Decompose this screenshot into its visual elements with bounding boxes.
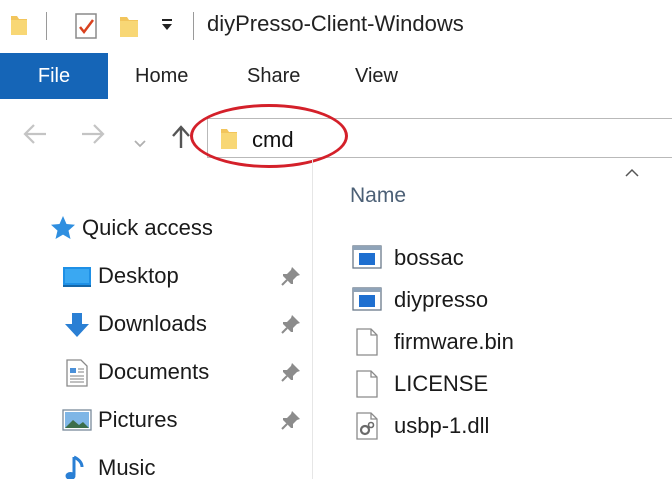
forward-arrow-icon[interactable] [80, 122, 106, 151]
sidebar-item-downloads[interactable]: Downloads [62, 304, 207, 344]
documents-icon [62, 359, 92, 387]
quick-access-item[interactable]: Quick access [50, 208, 213, 248]
tab-view[interactable]: View [355, 53, 398, 99]
pin-icon[interactable] [280, 409, 302, 431]
sidebar-item-documents[interactable]: Documents [62, 352, 209, 392]
customize-dropdown-icon[interactable] [160, 18, 174, 37]
pin-icon[interactable] [280, 265, 302, 287]
application-icon [352, 244, 382, 272]
quick-access-label: Quick access [82, 215, 213, 240]
column-header-name[interactable]: Name [350, 184, 406, 208]
toolbar-separator [193, 12, 194, 40]
tab-home[interactable]: Home [135, 53, 188, 99]
file-name: bossac [394, 245, 464, 270]
pane-divider[interactable] [312, 160, 313, 479]
pin-icon[interactable] [280, 361, 302, 383]
file-name: usbp-1.dll [394, 413, 490, 438]
dll-settings-file-icon [352, 412, 382, 440]
properties-checklist-icon[interactable] [74, 12, 98, 45]
desktop-icon [62, 263, 92, 289]
sidebar-item-music[interactable]: Music [62, 448, 155, 479]
file-row-usbp-1-dll[interactable]: usbp-1.dll [352, 406, 489, 446]
ribbon-tabs: File Home Share View [0, 53, 672, 99]
music-icon [62, 455, 92, 479]
file-name: LICENSE [394, 371, 489, 396]
sidebar-item-pictures[interactable]: Pictures [62, 400, 177, 440]
file-row-bossac[interactable]: bossac [352, 238, 464, 278]
file-row-firmware-bin[interactable]: firmware.bin [352, 322, 514, 362]
application-icon [352, 286, 382, 314]
sidebar-item-label: Documents [98, 359, 210, 384]
title-bar: diyPresso-Client-Windows [0, 0, 672, 52]
file-name: firmware.bin [394, 329, 514, 354]
star-icon [50, 215, 76, 241]
tab-file[interactable]: File [0, 53, 108, 99]
highlight-annotation-circle [190, 104, 348, 168]
window-title: diyPresso-Client-Windows [207, 11, 464, 36]
folder-icon[interactable] [10, 13, 28, 42]
sidebar-item-label: Desktop [98, 263, 179, 288]
up-arrow-icon[interactable] [171, 124, 191, 155]
recent-locations-chevron-icon[interactable] [133, 130, 147, 154]
file-icon [352, 370, 382, 398]
downloads-icon [62, 311, 92, 337]
sidebar-item-label: Music [98, 455, 156, 479]
tab-share[interactable]: Share [247, 53, 300, 99]
back-arrow-icon[interactable] [22, 122, 48, 151]
file-row-license[interactable]: LICENSE [352, 364, 488, 404]
new-folder-icon[interactable] [118, 13, 140, 44]
file-icon [352, 328, 382, 356]
pictures-icon [62, 407, 92, 433]
file-row-diypresso[interactable]: diypresso [352, 280, 488, 320]
sidebar-item-label: Downloads [98, 311, 207, 336]
file-name: diypresso [394, 287, 489, 312]
sort-ascending-caret-icon[interactable] [624, 166, 640, 178]
sidebar-item-label: Pictures [98, 407, 178, 432]
toolbar-separator [46, 12, 47, 40]
sidebar-item-desktop[interactable]: Desktop [62, 256, 179, 296]
pin-icon[interactable] [280, 313, 302, 335]
